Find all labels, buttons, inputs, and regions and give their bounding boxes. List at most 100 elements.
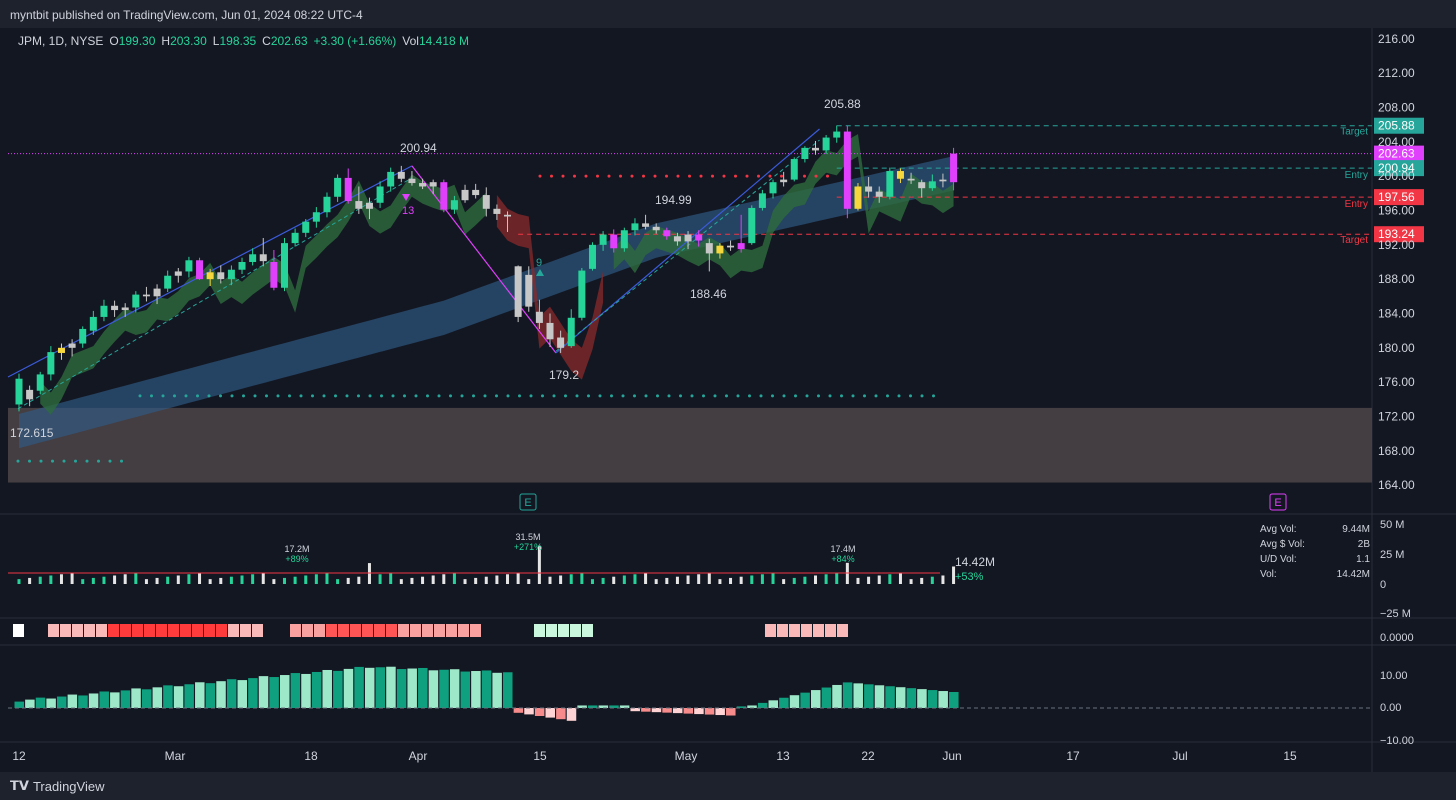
- volume-spike-pct-0: +89%: [285, 554, 308, 564]
- strip-cell: [777, 624, 788, 637]
- stat-avg-dollar-vol: Avg $ Vol: 2B: [1260, 539, 1370, 550]
- volume-bar: [601, 577, 605, 584]
- candle-body: [599, 234, 607, 245]
- candle-body: [642, 223, 650, 227]
- support-dots-dot: [817, 394, 820, 398]
- price-axis-tick: 172.00: [1378, 409, 1415, 423]
- tradingview-logo[interactable]: 𝗧𝗩 TradingView: [10, 778, 104, 794]
- volume-bar: [367, 563, 371, 584]
- support-dots-dot: [656, 394, 659, 398]
- volume-bar: [70, 573, 74, 584]
- support-dots-dot: [437, 394, 441, 398]
- candle-body: [493, 208, 501, 214]
- strip-cell: [362, 624, 373, 637]
- volume-bar: [580, 573, 584, 584]
- annotation-194: 194.99: [655, 193, 692, 207]
- resistance-dots-dot: [561, 174, 565, 178]
- support-dots-dot: [805, 394, 809, 398]
- resistance-dots-dot: [826, 174, 829, 178]
- support-dots-dot: [702, 394, 705, 398]
- annotation-high-205: 205.88: [824, 97, 861, 111]
- volume-bar: [346, 577, 350, 584]
- candle-body: [620, 230, 628, 249]
- price-axis-tick: 176.00: [1378, 375, 1415, 389]
- oscillator-bar: [396, 669, 407, 708]
- oscillator-bar: [301, 673, 311, 708]
- resistance-dots-dot: [699, 174, 703, 178]
- volume-bar: [559, 575, 563, 584]
- oscillator-bar: [524, 708, 534, 715]
- support-dots-dot: [184, 394, 188, 398]
- volume-axis-tick-1: 25 M: [1380, 549, 1404, 561]
- support-dots-dot: [472, 394, 475, 398]
- volume-spike-value-0: 17.2M: [284, 544, 309, 554]
- volume-spike-pct-1: +271%: [514, 542, 542, 552]
- resistance-dots-dot: [711, 174, 714, 178]
- time-axis-tick: May: [675, 749, 698, 763]
- candle-body: [312, 212, 320, 222]
- volume-bar: [856, 577, 860, 584]
- chart-area[interactable]: 205.88 Target 202.63 200.94 Entry 197.56 Entry…: [0, 28, 1456, 772]
- strip-cell: [72, 624, 83, 637]
- support-dots-dot: [920, 394, 924, 398]
- level-label-2: Entry: [1345, 170, 1368, 181]
- volume-bar: [28, 577, 32, 584]
- price-axis-tick: 196.00: [1378, 204, 1415, 218]
- support-dots-dot: [621, 394, 625, 398]
- volume-bar: [877, 575, 881, 584]
- strip-cell: [837, 624, 848, 637]
- support-dots-dot: [863, 394, 866, 398]
- support-dots-low-dot: [120, 459, 123, 463]
- price-axis-tick: 180.00: [1378, 341, 1415, 355]
- price-axis-tick: 168.00: [1378, 444, 1415, 458]
- candle-body: [365, 202, 373, 209]
- publish-credit: myntbit published on TradingView.com, Ju…: [10, 8, 363, 22]
- volume-bar: [378, 574, 382, 584]
- oscillator-bar: [311, 671, 322, 708]
- support-dots-low-dot: [51, 459, 54, 463]
- stat-avg-vol: Avg Vol: 9.44M: [1260, 524, 1370, 535]
- support-dots-dot: [334, 394, 337, 398]
- oscillator-bar: [460, 671, 471, 708]
- support-dots-dot: [518, 394, 521, 398]
- candle-body: [440, 182, 448, 210]
- oscillator-bar: [258, 676, 269, 708]
- candle-body: [578, 270, 586, 318]
- oscillator-bar: [364, 667, 375, 708]
- symbol-legend: JPM, 1D, NYSE O199.30 H203.30 L198.35 C2…: [18, 34, 469, 48]
- resistance-dots-dot: [676, 174, 680, 178]
- support-dots-dot: [138, 394, 142, 398]
- volume-bar: [760, 574, 764, 584]
- support-dots-dot: [230, 394, 234, 398]
- chart-svg[interactable]: 205.88Target202.63200.94Entry197.56Entry…: [0, 28, 1456, 772]
- resistance-dots-dot: [642, 174, 645, 178]
- candle-body: [249, 254, 257, 262]
- oscillator-bar: [641, 708, 651, 712]
- candle-body: [737, 243, 745, 250]
- candle-body: [652, 226, 660, 231]
- support-dots-dot: [357, 394, 360, 398]
- oscillator-bar: [895, 687, 906, 708]
- strip-cell: [422, 624, 433, 637]
- candle-body: [695, 234, 703, 241]
- oscillator-bar: [662, 708, 672, 713]
- time-axis-tick: Jul: [1172, 749, 1187, 763]
- strip-cell: [765, 624, 776, 637]
- support-dots-low-dot: [39, 459, 43, 463]
- candle-body: [822, 137, 830, 151]
- volume-stats-panel: Avg Vol: 9.44M Avg $ Vol: 2B U/D Vol: 1.1 V…: [1260, 524, 1370, 584]
- support-dots-dot: [414, 394, 418, 398]
- support-dots-dot: [345, 394, 349, 398]
- support-dots-low-dot: [108, 459, 112, 463]
- strip-cell: [801, 624, 812, 637]
- price-axis-tick: 216.00: [1378, 32, 1415, 46]
- volume-bar: [548, 576, 552, 584]
- volume-bar: [304, 575, 308, 584]
- candle-body: [323, 196, 331, 213]
- candle-body: [89, 316, 97, 331]
- volume-bar: [739, 576, 743, 584]
- price-axis-tick: 188.00: [1378, 272, 1415, 286]
- volume-bar: [176, 575, 180, 584]
- resistance-dots-dot: [803, 174, 806, 178]
- time-axis-tick: Jun: [942, 749, 961, 763]
